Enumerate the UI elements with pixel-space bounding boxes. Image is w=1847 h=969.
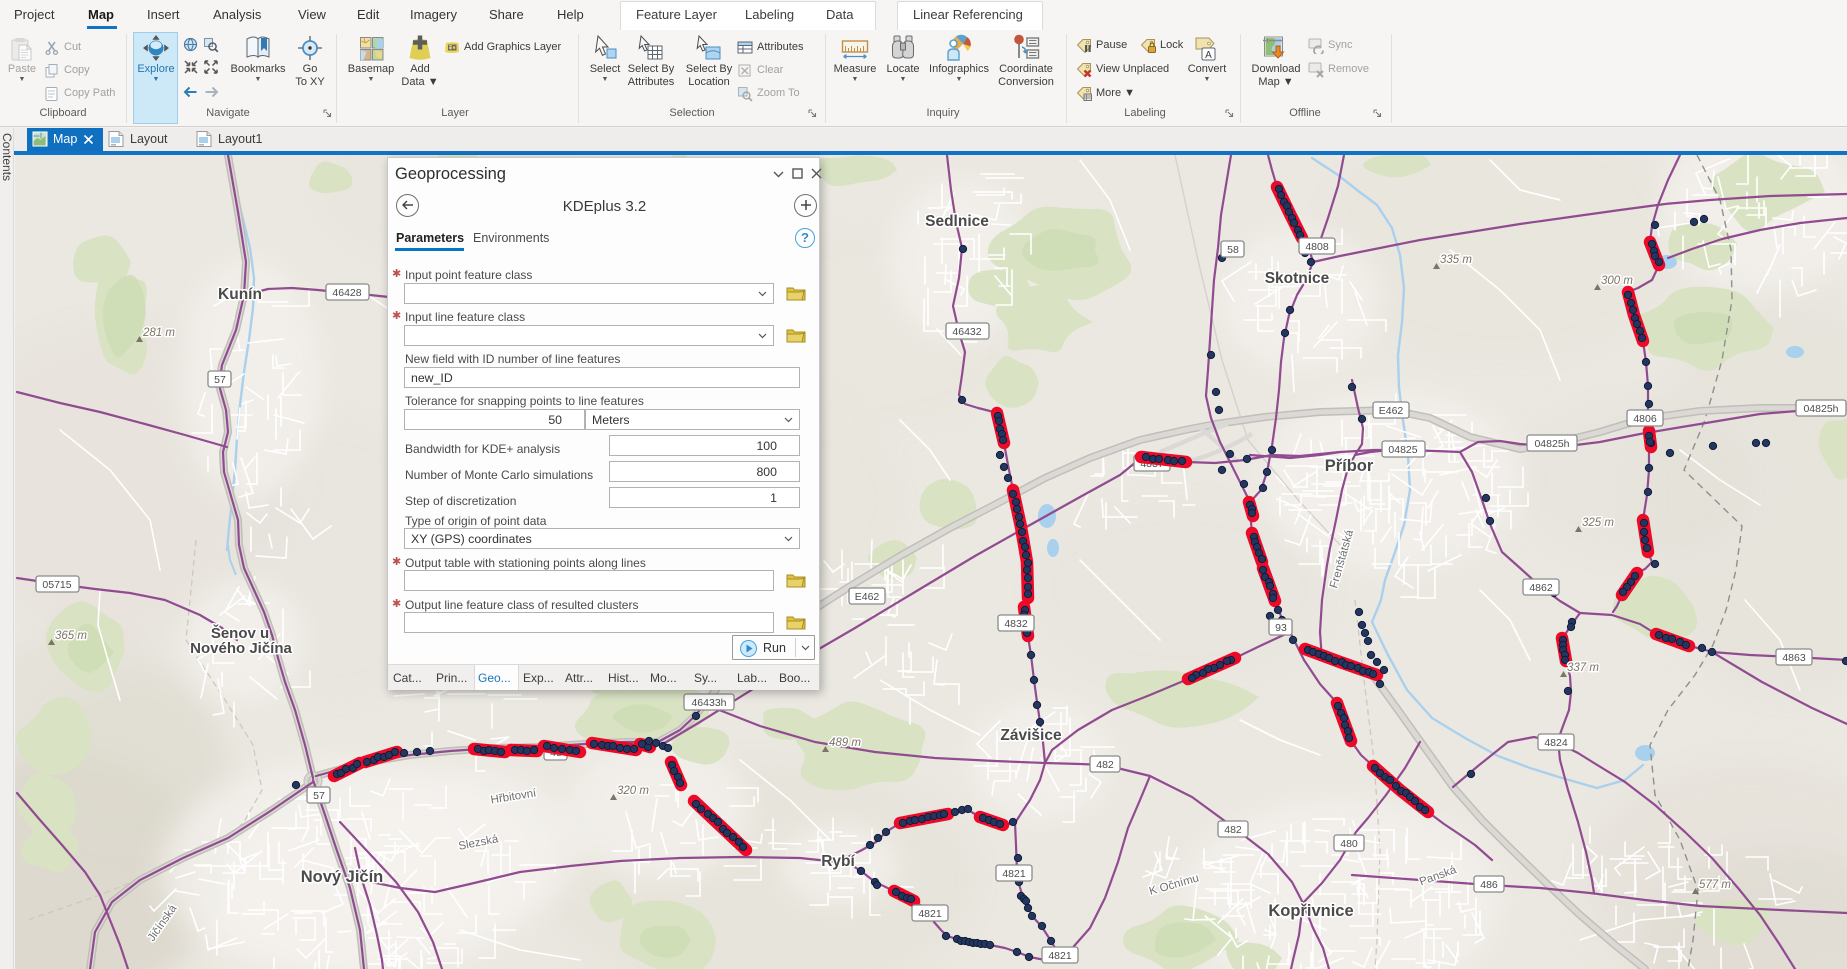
svg-text:482: 482 — [1224, 824, 1242, 836]
svg-text:281 m: 281 m — [142, 327, 175, 339]
svg-text:Sedlnice: Sedlnice — [925, 213, 989, 230]
svg-text:93: 93 — [1275, 622, 1287, 634]
svg-text:4863: 4863 — [1782, 652, 1806, 664]
svg-text:E462: E462 — [855, 591, 880, 603]
svg-text:4821: 4821 — [918, 908, 942, 920]
svg-text:Nový Jičín: Nový Jičín — [301, 868, 384, 886]
svg-text:577 m: 577 m — [1699, 879, 1731, 891]
svg-text:4808: 4808 — [1305, 241, 1329, 253]
svg-text:04825h: 04825h — [1803, 403, 1838, 415]
svg-text:46432: 46432 — [952, 326, 981, 338]
svg-text:Rybí: Rybí — [821, 853, 855, 870]
svg-text:4824: 4824 — [1544, 737, 1568, 749]
svg-text:4821: 4821 — [1002, 868, 1026, 880]
svg-text:46428: 46428 — [332, 287, 361, 299]
svg-text:46433h: 46433h — [691, 697, 726, 709]
svg-text:Příbor: Příbor — [1325, 457, 1374, 475]
svg-text:4832: 4832 — [1004, 618, 1028, 630]
svg-text:E462: E462 — [1379, 405, 1404, 417]
svg-text:335 m: 335 m — [1440, 254, 1472, 266]
svg-text:4862: 4862 — [1529, 582, 1553, 594]
svg-text:57: 57 — [313, 790, 325, 802]
svg-text:300 m: 300 m — [1601, 275, 1633, 287]
svg-text:337 m: 337 m — [1567, 662, 1599, 674]
svg-text:480: 480 — [1340, 838, 1358, 850]
svg-text:Kunín: Kunín — [218, 286, 262, 303]
svg-text:325 m: 325 m — [1582, 517, 1614, 529]
svg-text:04825: 04825 — [1388, 444, 1417, 456]
svg-text:57: 57 — [214, 374, 226, 386]
svg-text:Kopřivnice: Kopřivnice — [1268, 902, 1353, 920]
svg-text:58: 58 — [1227, 244, 1239, 256]
svg-text:A: A — [1205, 50, 1212, 61]
svg-text:365 m: 365 m — [55, 630, 87, 642]
svg-text:04825h: 04825h — [1534, 438, 1569, 450]
svg-text:Nového Jičína: Nového Jičína — [190, 640, 292, 657]
svg-text:Závišice: Závišice — [1000, 727, 1062, 744]
svg-text:320 m: 320 m — [617, 785, 649, 797]
svg-text:482: 482 — [1096, 759, 1114, 771]
svg-text:4821: 4821 — [1048, 950, 1072, 962]
svg-text:489 m: 489 m — [829, 737, 861, 749]
svg-text:486: 486 — [1480, 879, 1498, 891]
svg-text:Skotnice: Skotnice — [1265, 270, 1330, 287]
svg-text:4806: 4806 — [1633, 413, 1657, 425]
svg-text:05715: 05715 — [42, 579, 71, 591]
